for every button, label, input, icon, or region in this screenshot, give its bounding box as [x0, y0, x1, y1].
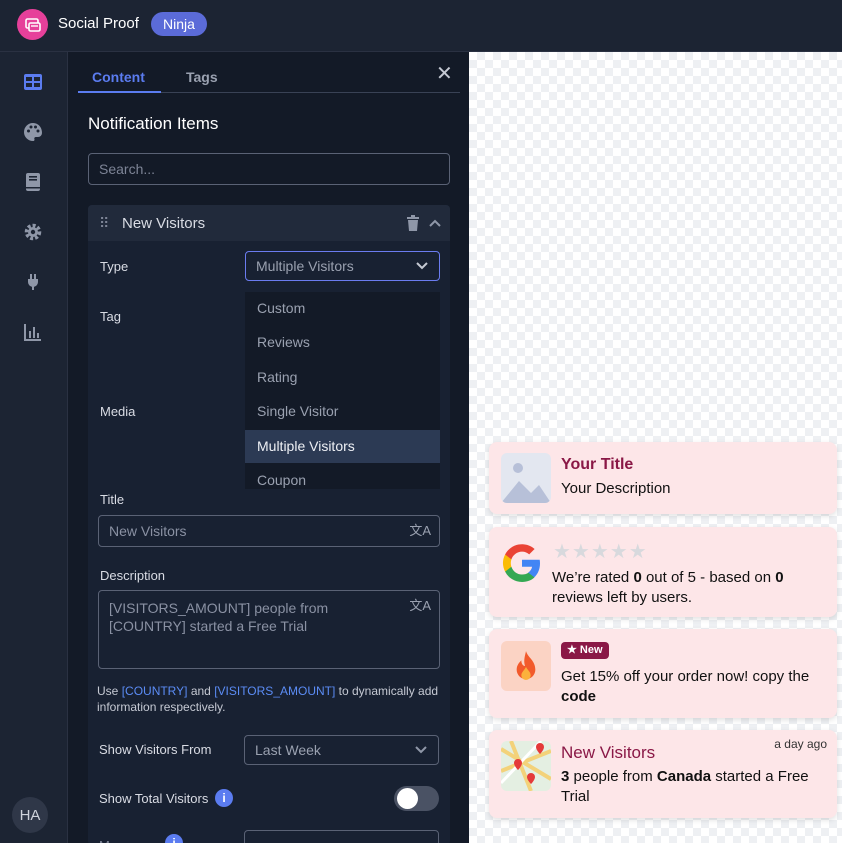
tab-tags[interactable]: Tags [186, 69, 218, 85]
notification-preview-coupon[interactable]: ★ New Get 15% off your order now! copy t… [489, 629, 837, 718]
rating-value: 0 [633, 569, 642, 586]
tag-label: Tag [100, 309, 121, 324]
coupon-text: Get 15% off your order now! copy the cod… [561, 667, 829, 707]
new-badge: ★ New [561, 642, 609, 659]
total-visitors-toggle[interactable] [394, 786, 439, 811]
help-text-mid: and [187, 684, 215, 698]
coupon-code-text: code [561, 688, 597, 705]
palette-icon[interactable] [21, 120, 45, 144]
type-select-value: Multiple Visitors [256, 258, 354, 274]
description-value: [VISITORS_AMOUNT] people from [COUNTRY] … [109, 600, 329, 634]
info-icon[interactable]: i [215, 789, 233, 807]
tab-content[interactable]: Content [92, 69, 145, 85]
user-avatar[interactable]: HA [12, 797, 48, 833]
total-visitors-label: Show Total Visitors [99, 791, 209, 806]
visitors-text: 3 people from Canada started a Free Tria… [561, 767, 829, 807]
visitors-mid: people from [569, 768, 657, 785]
dropdown-option-custom[interactable]: Custom [245, 292, 440, 325]
dropdown-option-single-visitor[interactable]: Single Visitor [245, 395, 440, 428]
item-title: New Visitors [122, 215, 206, 232]
rating-suffix: reviews left by users. [552, 589, 693, 606]
rating-stars: ★★★★★ [553, 541, 648, 563]
media-label: Media [100, 404, 136, 419]
dashboard-icon[interactable] [21, 70, 45, 94]
visitors-from-label: Show Visitors From [99, 742, 212, 757]
notif-title: Your Title [561, 456, 634, 473]
description-label: Description [100, 568, 166, 583]
icon-rail [0, 52, 67, 843]
rating-text: We’re rated 0 out of 5 - based on 0 revi… [552, 568, 832, 608]
title-label: Title [100, 492, 125, 507]
visitors-country: Canada [656, 768, 712, 785]
dropdown-option-reviews[interactable]: Reviews [245, 326, 440, 359]
chevron-down-icon [416, 262, 428, 270]
google-icon [503, 544, 540, 582]
notification-preview-visitors[interactable]: a day ago New Visitors 3 people from Can… [489, 730, 837, 818]
rating-prefix: We’re rated [552, 569, 634, 586]
notif-description: Your Description [561, 480, 671, 497]
map-icon [501, 741, 551, 791]
chevron-down-icon [415, 746, 427, 754]
app-logo[interactable] [17, 9, 48, 40]
reviews-count: 0 [775, 569, 784, 586]
notification-preview-default[interactable]: Your Title Your Description [489, 442, 837, 514]
plug-icon[interactable] [21, 270, 45, 294]
plan-badge: Ninja [151, 12, 207, 36]
gear-icon[interactable] [21, 220, 45, 244]
book-icon[interactable] [21, 170, 45, 194]
type-label: Type [100, 259, 129, 274]
close-icon[interactable]: ✕ [436, 64, 453, 84]
rating-mid: out of 5 - based on [641, 569, 776, 586]
logo-icon [24, 17, 41, 32]
drag-handle-icon[interactable]: ⠿ [99, 215, 109, 232]
editor-panel: Content Tags ✕ Notification Items ⠿ New … [67, 52, 469, 843]
variable-country: [COUNTRY] [121, 684, 188, 698]
help-text: Use [COUNTRY] and [VISITORS_AMOUNT] to d… [97, 683, 442, 715]
help-text-pre: Use [97, 684, 122, 698]
panel-tabs: Content Tags [78, 62, 460, 93]
truncated-input[interactable] [244, 830, 439, 843]
visitors-from-value: Last Week [255, 742, 321, 758]
search-input[interactable] [88, 153, 450, 185]
title-input[interactable]: New Visitors 文A [98, 515, 440, 547]
description-textarea[interactable]: [VISITORS_AMOUNT] people from [COUNTRY] … [98, 590, 440, 669]
dropdown-option-multiple-visitors[interactable]: Multiple Visitors [245, 430, 440, 463]
timestamp: a day ago [774, 737, 827, 751]
notification-preview-rating[interactable]: ★★★★★ We’re rated 0 out of 5 - based on … [489, 527, 837, 617]
top-bar: Social Proof Ninja [0, 0, 842, 52]
dropdown-option-coupon[interactable]: Coupon [245, 464, 440, 497]
new-badge-text: New [579, 644, 603, 656]
variable-visitors-amount: [VISITORS_AMOUNT] [214, 684, 336, 698]
fire-icon [501, 641, 551, 691]
chart-icon[interactable] [21, 320, 45, 344]
notif-title: New Visitors [561, 743, 656, 762]
dropdown-option-rating[interactable]: Rating [245, 361, 440, 394]
app-title: Social Proof [58, 15, 139, 32]
truncated-label: M [99, 838, 110, 843]
image-placeholder-icon [501, 453, 551, 503]
visitors-from-select[interactable]: Last Week [244, 735, 439, 765]
title-input-value: New Visitors [109, 523, 187, 539]
translate-icon[interactable]: 文A [409, 597, 431, 615]
item-header[interactable]: ⠿ New Visitors [88, 205, 450, 241]
chevron-up-icon[interactable] [428, 215, 442, 231]
trash-icon[interactable] [406, 215, 420, 231]
type-select[interactable]: Multiple Visitors [245, 251, 440, 281]
section-title: Notification Items [88, 114, 219, 133]
type-dropdown-menu: Custom Reviews Rating Single Visitor Mul… [245, 292, 440, 489]
coupon-text-pre: Get 15% off your order now! copy the [561, 668, 810, 685]
preview-area: Your Title Your Description ★★★★★ We’re … [469, 52, 842, 843]
translate-icon[interactable]: 文A [409, 522, 431, 540]
toggle-knob [397, 788, 418, 809]
active-tab-indicator [78, 91, 161, 93]
